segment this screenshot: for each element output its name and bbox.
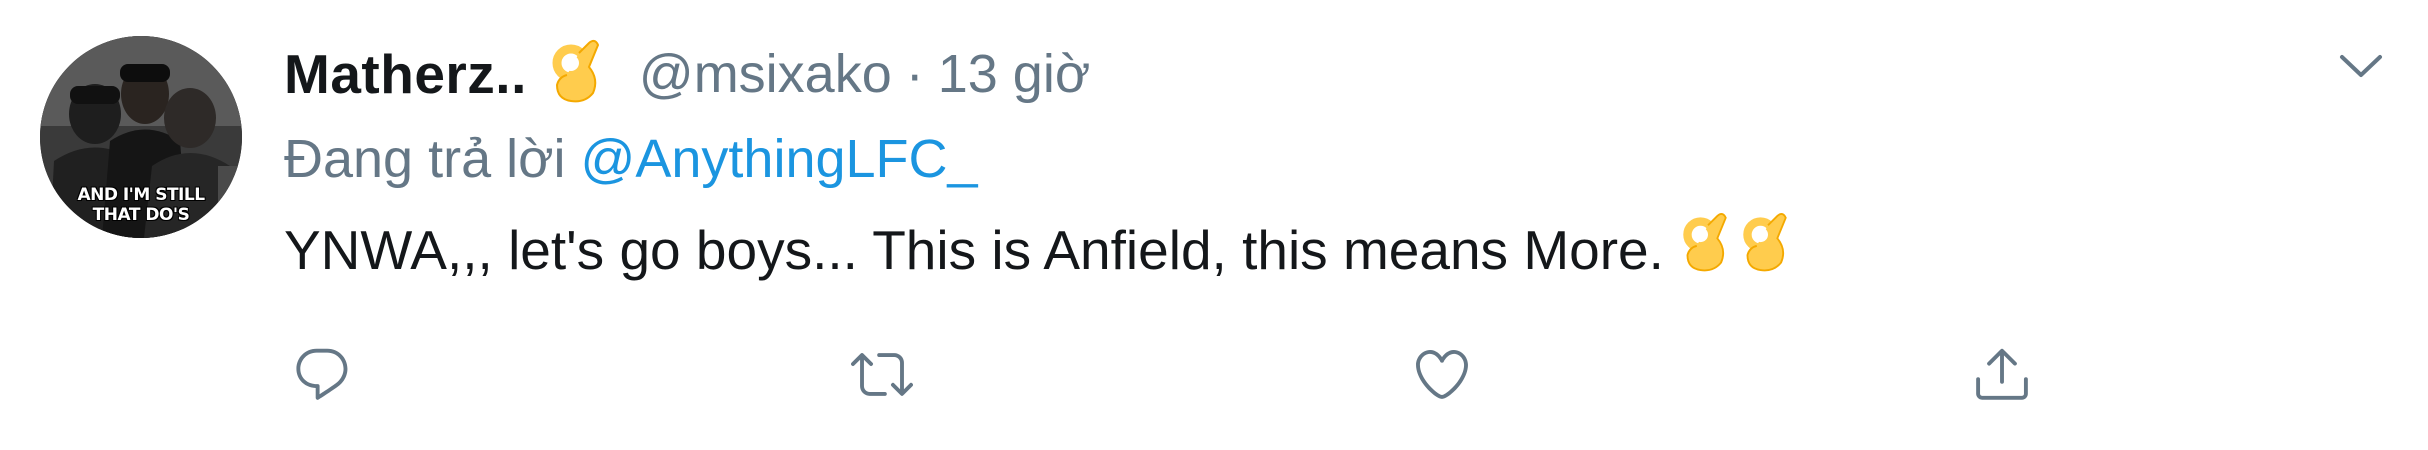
avatar[interactable]: AND I'M STILL THAT DO'S [40,36,242,238]
retweet-button[interactable] [842,334,922,414]
ok-hand-emoji [549,39,609,110]
retweet-icon [851,353,913,396]
reply-icon [296,348,348,400]
replying-prefix: Đang trả lời [284,129,566,189]
ok-hand-emoji [1740,212,1796,287]
like-icon [1416,350,1468,399]
chevron-down-icon [2340,55,2382,77]
ok-hand-emoji [1680,212,1736,287]
like-button[interactable] [1402,334,1482,414]
tweet-header: Matherz.. @msixako · 13 giờ [284,38,1090,110]
tweet-text-content: YNWA,,, let's go boys... This is Anfield… [284,218,1664,281]
separator-dot: · [905,44,924,104]
timestamp[interactable]: 13 giờ [938,43,1091,105]
user-handle[interactable]: @msixako [639,43,892,105]
replying-to-mention[interactable]: @AnythingLFC_ [581,129,978,189]
tweet-menu-button[interactable] [2326,40,2396,92]
share-icon [1976,348,2028,400]
display-name[interactable]: Matherz.. [284,42,527,106]
share-button[interactable] [1962,334,2042,414]
reply-button[interactable] [282,334,362,414]
avatar-caption-line2: THAT DO'S [92,205,190,225]
avatar-caption-line1: AND I'M STILL [77,185,205,205]
tweet-text: YNWA,,, let's go boys... This is Anfield… [284,212,1796,287]
tweet-card[interactable]: AND I'M STILL THAT DO'S Matherz.. @msixa… [0,0,2428,450]
replying-to: Đang trả lời @AnythingLFC_ [284,128,978,190]
